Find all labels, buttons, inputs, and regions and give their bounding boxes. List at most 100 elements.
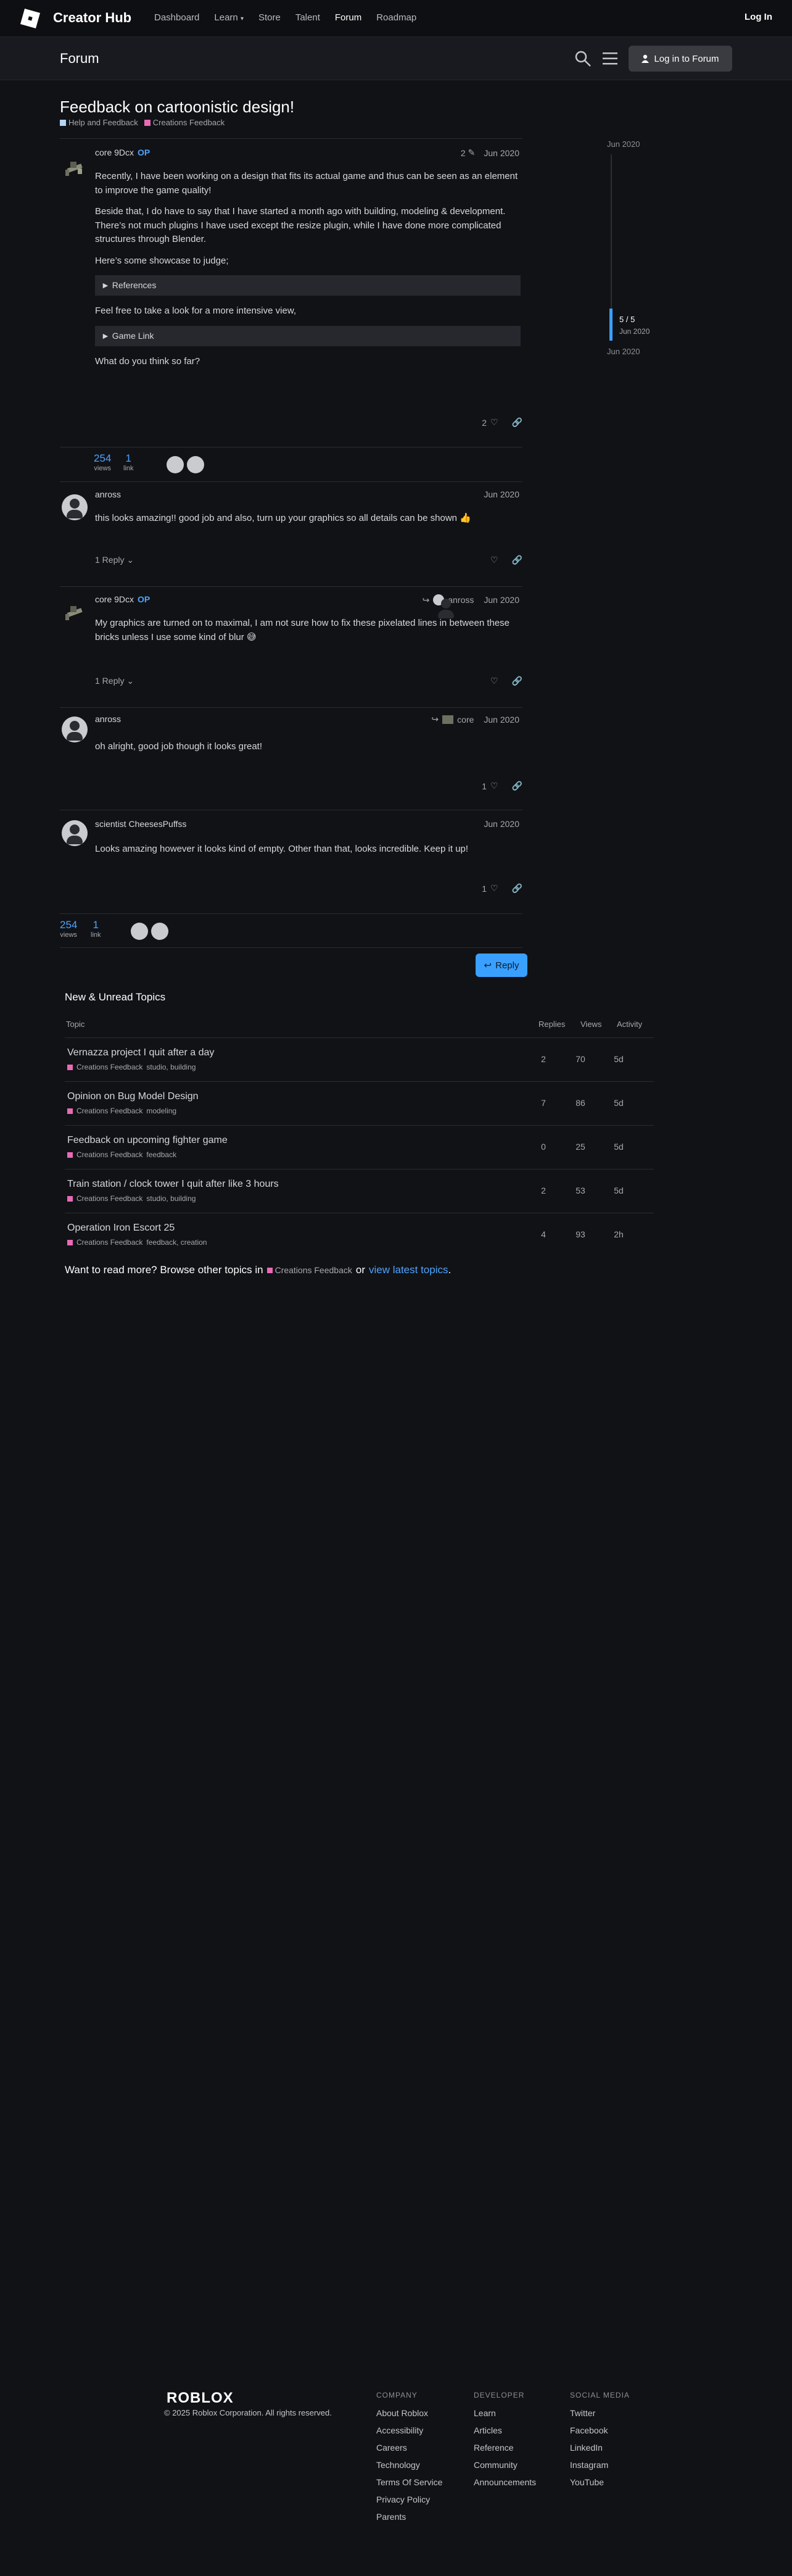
footer-link[interactable]: Learn [474,2408,536,2418]
links-count: 1 [125,452,131,464]
replies-toggle[interactable]: 1 Reply ⌄ [95,555,134,565]
footer-link[interactable]: Articles [474,2425,536,2435]
login-to-forum-button[interactable]: Log in to Forum [629,46,732,72]
post-date[interactable]: Jun 2020 [484,148,519,158]
footer-link[interactable]: Twitter [570,2408,630,2418]
footer-link[interactable]: Facebook [570,2425,630,2435]
replies-toggle[interactable]: 1 Reply ⌄ [95,676,134,686]
reply-button[interactable]: ↩ Reply [476,954,527,977]
share-link-icon[interactable]: 🔗 [512,781,522,791]
topic-category[interactable]: Creations Feedback [76,1238,142,1247]
share-link-icon[interactable]: 🔗 [512,676,522,686]
topic-tags[interactable]: studio, building [146,1063,196,1071]
participant-avatar[interactable] [131,923,148,940]
participant-avatar[interactable] [167,456,184,473]
login-link[interactable]: Log In [745,12,772,22]
roblox-logo-icon[interactable] [20,8,41,29]
footer-link[interactable]: Technology [376,2460,442,2470]
post-date[interactable]: Jun 2020 [484,595,519,605]
details-game-link[interactable]: ► Game Link [95,325,521,346]
share-link-icon[interactable]: 🔗 [512,555,522,565]
post-author[interactable]: scientist CheesesPuffss [95,819,186,829]
post-date[interactable]: Jun 2020 [484,819,519,829]
nav-store[interactable]: Store [258,12,281,23]
footer-link[interactable]: About Roblox [376,2408,442,2418]
topic-tags[interactable]: feedback [146,1150,176,1159]
share-link-icon[interactable]: 🔗 [512,883,522,894]
topic-link[interactable]: Opinion on Bug Model Design [67,1091,199,1102]
footer-link[interactable]: Announcements [474,2477,536,2487]
like-button[interactable]: ♡ [490,555,498,565]
forum-title[interactable]: Forum [60,51,99,67]
footer-link[interactable]: Careers [376,2443,442,2453]
nav-talent[interactable]: Talent [295,12,320,23]
participant-avatar[interactable] [148,456,165,473]
like-button[interactable]: 2 ♡ [482,417,498,428]
participant-avatar[interactable] [112,923,130,940]
footer-link[interactable]: Parents [376,2512,442,2522]
reply-to-tab[interactable]: ↪ core [431,714,474,725]
participant-avatar[interactable] [151,923,168,940]
like-button[interactable]: ♡ [490,676,498,686]
nav-roadmap[interactable]: Roadmap [376,12,416,23]
browse-category-link[interactable]: Creations Feedback [266,1265,352,1275]
footer-link[interactable]: Reference [474,2443,536,2453]
nav-forum[interactable]: Forum [335,12,361,23]
footer-link[interactable]: LinkedIn [570,2443,630,2453]
topic-category[interactable]: Creations Feedback [76,1194,142,1203]
hamburger-menu-icon[interactable] [601,51,619,67]
timeline-handle[interactable] [609,309,613,341]
avatar[interactable] [62,155,88,181]
activity-time[interactable]: 5d [600,1186,637,1195]
avatar[interactable] [62,717,88,742]
post-author[interactable]: anross [95,489,121,499]
footer-link[interactable]: Terms Of Service [376,2477,442,2487]
activity-time[interactable]: 5d [600,1098,637,1108]
timeline-start-date[interactable]: Jun 2020 [607,139,640,149]
topic-link[interactable]: Feedback on upcoming fighter game [67,1135,228,1146]
share-link-icon[interactable]: 🔗 [512,417,522,428]
footer-link[interactable]: YouTube [570,2477,630,2487]
reply-to-tab[interactable]: ↪ anross [423,594,474,618]
activity-time[interactable]: 5d [600,1054,637,1064]
avatar[interactable] [62,494,88,520]
footer-link[interactable]: Community [474,2460,536,2470]
topic-tags[interactable]: studio, building [146,1194,196,1203]
timeline-post-count: 5 / 5 [619,315,635,324]
avatar[interactable] [62,599,88,625]
footer-link[interactable]: Accessibility [376,2425,442,2435]
topic-category[interactable]: Creations Feedback [76,1107,142,1115]
brand-title[interactable]: Creator Hub [53,10,131,26]
footer-link[interactable]: Instagram [570,2460,630,2470]
activity-time[interactable]: 5d [600,1142,637,1152]
topic-category[interactable]: Creations Feedback [76,1063,142,1071]
topic-tags[interactable]: feedback, creation [146,1238,207,1247]
topic-link[interactable]: Operation Iron Escort 25 [67,1223,175,1234]
category-creations-feedback[interactable]: Creations Feedback [144,118,225,127]
post-author[interactable]: core 9Dcx OP [95,594,150,604]
edit-history[interactable]: 2 ✎ [461,147,476,158]
like-button[interactable]: 1 ♡ [482,781,498,791]
post-date[interactable]: Jun 2020 [484,715,519,725]
category-help-and-feedback[interactable]: Help and Feedback [60,118,138,127]
footer-link[interactable]: Privacy Policy [376,2495,442,2504]
post-author[interactable]: core 9Dcx OP [95,147,150,157]
avatar[interactable] [62,820,88,846]
details-references[interactable]: ► References [95,275,521,296]
topic-category[interactable]: Creations Feedback [76,1150,142,1159]
nav-learn[interactable]: Learn ▾ [214,12,244,23]
timeline-end-date[interactable]: Jun 2020 [607,347,640,356]
topic-link[interactable]: Vernazza project I quit after a day [67,1047,214,1058]
footer-logo[interactable]: ROBLOX [167,2390,234,2407]
post-author[interactable]: anross [95,714,121,724]
activity-time[interactable]: 2h [600,1229,637,1239]
topic-link[interactable]: Train station / clock tower I quit after… [67,1179,279,1190]
nav-dashboard[interactable]: Dashboard [154,12,199,23]
topic-title[interactable]: Feedback on cartoonistic design! [60,98,294,117]
post-date[interactable]: Jun 2020 [484,489,519,499]
participant-avatar[interactable] [187,456,204,473]
search-icon[interactable] [574,49,592,68]
view-latest-link[interactable]: view latest topics [369,1264,448,1276]
like-button[interactable]: 1 ♡ [482,883,498,894]
topic-tags[interactable]: modeling [146,1107,176,1115]
